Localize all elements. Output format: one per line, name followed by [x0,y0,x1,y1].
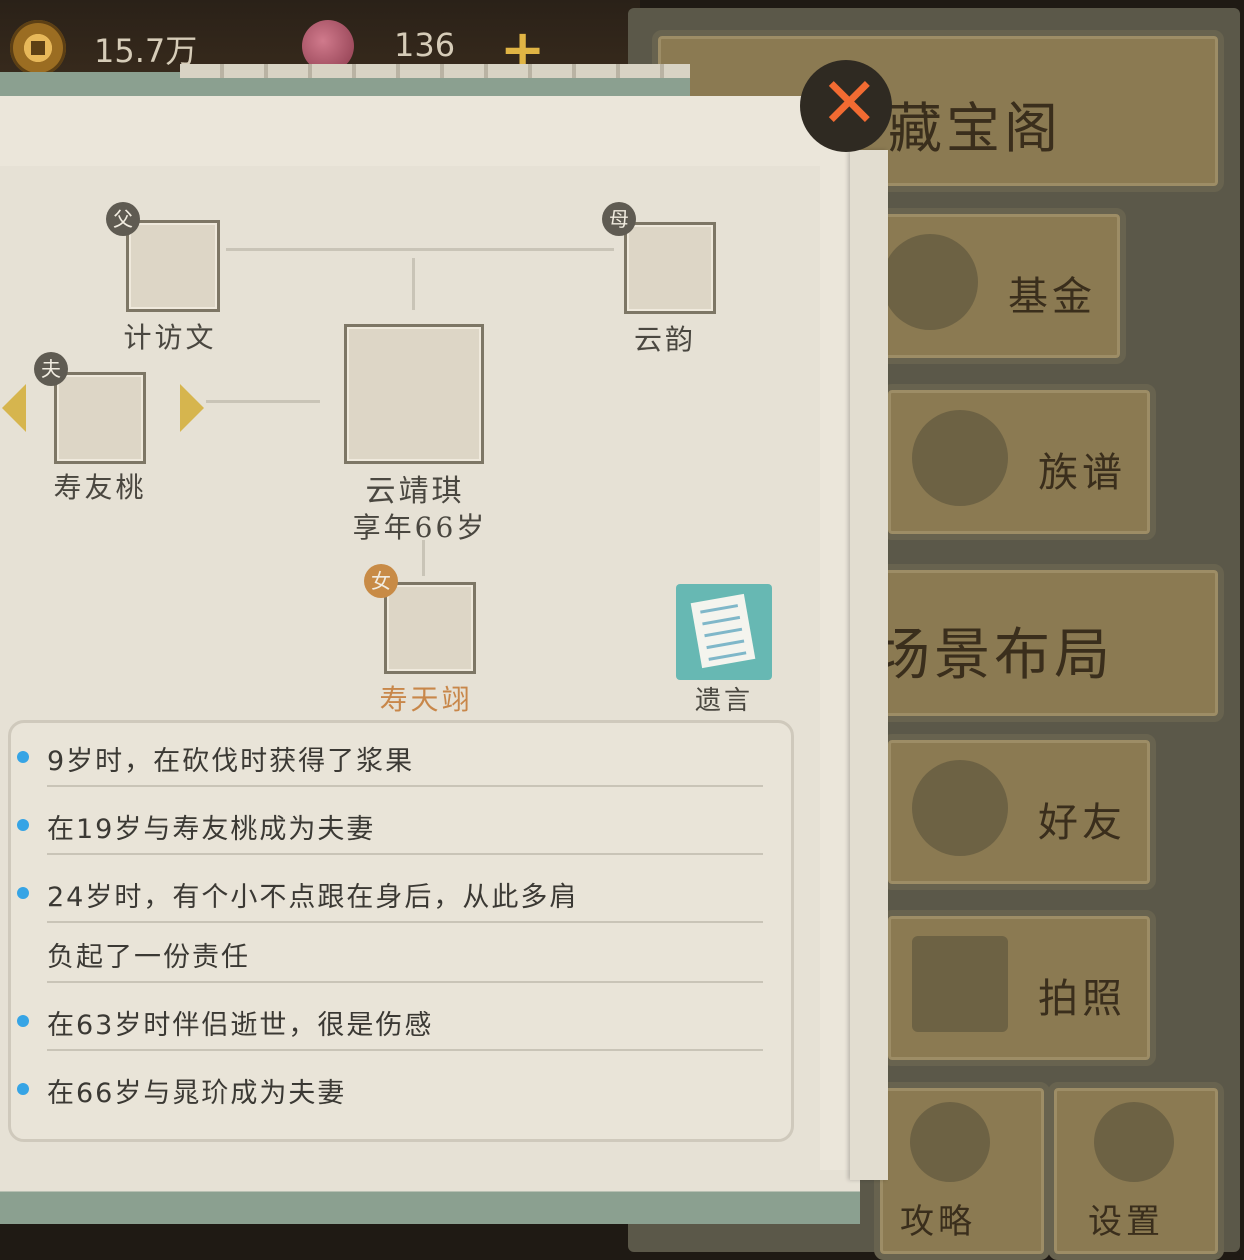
close-icon: ✕ [820,62,879,144]
list-item: 9岁时，在砍伐时获得了浆果 [17,739,763,787]
spouse-connector [206,400,320,403]
layout-label: 场景布局 [874,623,1114,688]
guide-button[interactable]: 攻略 [874,1082,1050,1260]
mother-name: 云韵 [633,323,696,356]
spouse-name: 寿友桃 [53,471,147,504]
child-portrait[interactable] [384,582,476,674]
bullet-icon [17,887,29,899]
life-events-list: 9岁时，在砍伐时获得了浆果 在19岁与寿友桃成为夫妻 24岁时，有个小不点跟在身… [8,720,794,1142]
friends-label: 好友 [1038,800,1126,846]
will-button[interactable] [676,584,772,680]
self-age: 享年66岁 [352,511,488,544]
spouse-badge: 夫 [34,352,68,386]
book-icon [912,410,1008,506]
gear-icon [1094,1102,1174,1182]
picture-icon [912,936,1008,1032]
list-item: 在19岁与寿友桃成为夫妻 [17,807,763,855]
mother-badge: 母 [602,202,636,236]
mother-portrait[interactable] [624,222,716,314]
panel-footer-strip [0,1170,860,1224]
treasure-label: 藏宝阁 [888,97,1062,160]
settings-button[interactable]: 设置 [1048,1082,1224,1260]
previous-spouse-arrow[interactable] [2,384,26,432]
fund-label: 基金 [1008,274,1096,320]
list-item: 24岁时，有个小不点跟在身后，从此多肩 [17,875,763,923]
guide-label: 攻略 [900,1202,976,1242]
piggy-bank-icon [882,234,978,330]
settings-label: 设置 [1088,1202,1164,1242]
spouse-portrait[interactable] [54,372,146,464]
self-name: 云靖琪 [365,474,465,509]
genealogy-button[interactable]: 族谱 [882,384,1156,540]
panel-edge-fold [850,150,888,1180]
bullet-icon [17,1015,29,1027]
photo-label: 拍照 [1038,976,1126,1022]
scroll-icon [690,593,756,669]
parents-connector [226,248,614,251]
father-name: 计访文 [123,321,217,354]
child-badge: 女 [364,564,398,598]
gem-count: 136 [394,26,456,64]
bullet-icon [17,751,29,763]
bullet-icon [17,819,29,831]
close-button[interactable]: ✕ [800,60,892,152]
list-item: 在66岁与晁玠成为夫妻 [17,1071,737,1110]
list-item: 在63岁时伴侣逝世，很是伤感 [17,1003,763,1051]
list-item-continuation: 负起了一份责任 [47,935,763,983]
bullet-icon [17,1083,29,1095]
guidebook-icon [910,1102,990,1182]
genealogy-label: 族谱 [1038,450,1126,496]
parent-child-connector [412,258,415,310]
will-label: 遗言 [694,686,753,716]
coin-icon [10,20,66,76]
father-portrait[interactable] [126,220,220,312]
child-name: 寿天翊 [379,683,473,716]
self-portrait[interactable] [344,324,484,464]
photo-button[interactable]: 拍照 [882,910,1156,1066]
next-spouse-arrow[interactable] [180,384,204,432]
roof-tiles [180,64,690,78]
father-badge: 父 [106,202,140,236]
scene-layout-button[interactable]: 场景布局 [848,564,1224,722]
friends-button[interactable]: 好友 [882,734,1156,890]
fund-button[interactable]: 基金 [852,208,1126,364]
handshake-icon [912,760,1008,856]
